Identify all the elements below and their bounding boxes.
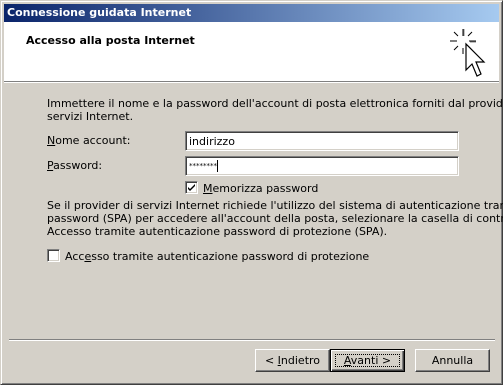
remember-password-label[interactable]: Memorizza password bbox=[203, 182, 318, 195]
next-button-accel: A bbox=[343, 354, 351, 367]
next-button-rest: vanti > bbox=[350, 354, 392, 367]
footer-divider-highlight bbox=[9, 340, 495, 341]
account-name-value: indirizzo bbox=[189, 135, 235, 148]
password-label-rest: assword: bbox=[53, 159, 103, 172]
intro-line-1: Immettere il nome e la password dell'acc… bbox=[47, 97, 503, 110]
header-divider-highlight bbox=[4, 82, 499, 83]
back-button-prefix: < bbox=[264, 354, 278, 367]
title-bar[interactable]: Connessione guidata Internet bbox=[4, 4, 499, 22]
text-caret bbox=[217, 160, 218, 172]
account-name-label: Nome account: bbox=[47, 134, 130, 147]
checkmark-icon bbox=[188, 184, 195, 191]
spa-info-text: Se il provider di servizi Internet richi… bbox=[47, 199, 503, 238]
password-masked-value: ******** bbox=[189, 162, 217, 170]
wizard-window: Connessione guidata Internet Accesso all… bbox=[0, 0, 503, 385]
spa-checkbox-label[interactable]: Accesso tramite autenticazione password … bbox=[65, 250, 369, 263]
wizard-header: Accesso alla posta Internet bbox=[4, 22, 499, 81]
cancel-button-label: Annulla bbox=[431, 354, 474, 367]
account-name-label-accel: N bbox=[47, 134, 56, 147]
password-label: Password: bbox=[47, 159, 102, 172]
back-button[interactable]: < Indietro bbox=[255, 349, 330, 372]
spa-info-line-3: Accesso tramite autenticazione password … bbox=[47, 225, 388, 238]
page-heading: Accesso alla posta Internet bbox=[26, 34, 195, 47]
password-input[interactable]: ******** bbox=[185, 156, 459, 176]
spa-checkbox[interactable] bbox=[47, 249, 60, 262]
window-title: Connessione guidata Internet bbox=[7, 6, 192, 19]
next-button[interactable]: Avanti > bbox=[330, 349, 405, 372]
back-button-rest: ndietro bbox=[280, 354, 321, 367]
remember-password-checkbox[interactable] bbox=[185, 181, 198, 194]
remember-password-label-rest: emorizza password bbox=[212, 182, 319, 195]
intro-line-2: servizi Internet. bbox=[47, 110, 134, 123]
intro-text: Immettere il nome e la password dell'acc… bbox=[47, 97, 503, 123]
account-name-input[interactable]: indirizzo bbox=[185, 131, 459, 151]
spa-label-rest: sso tramite autenticazione password di p… bbox=[91, 250, 370, 263]
account-name-label-rest: ome account: bbox=[55, 134, 131, 147]
wizard-cursor-icon bbox=[449, 26, 493, 78]
spa-info-line-1: Se il provider di servizi Internet richi… bbox=[47, 199, 503, 212]
spa-label-pre: Acc bbox=[65, 250, 85, 263]
spa-info-line-2: password (SPA) per accedere all'account … bbox=[47, 212, 503, 225]
remember-password-label-accel: M bbox=[203, 182, 213, 195]
cancel-button[interactable]: Annulla bbox=[415, 349, 490, 372]
